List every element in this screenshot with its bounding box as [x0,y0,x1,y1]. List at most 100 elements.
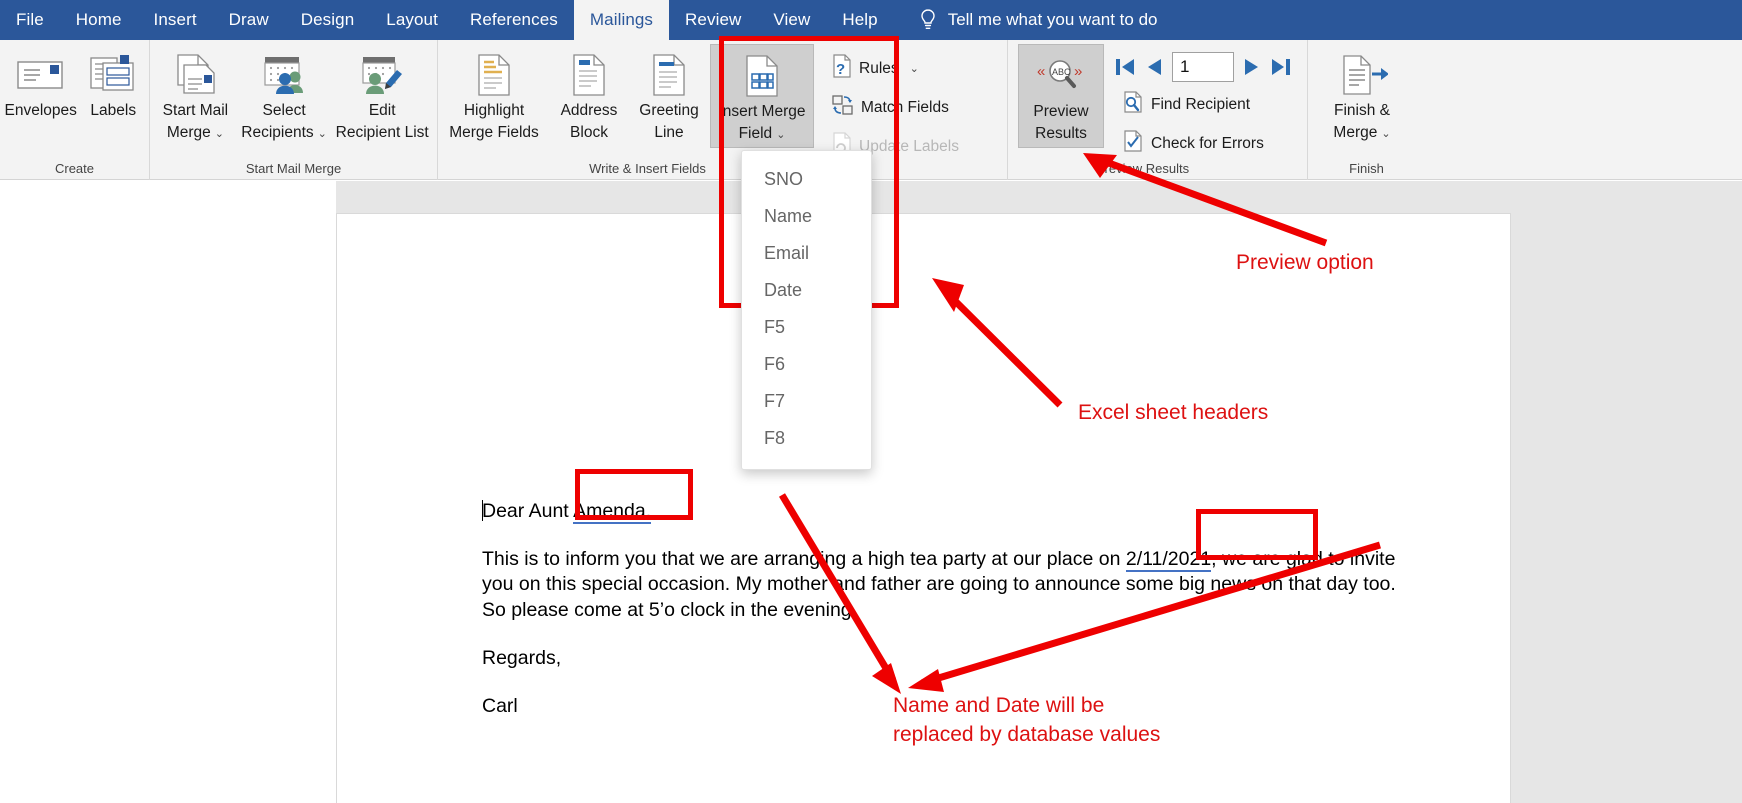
menu-item-sno[interactable]: SNO [742,161,871,198]
labels-button[interactable]: Labels [79,44,147,148]
next-record-button[interactable] [1243,56,1261,78]
tell-me-label: Tell me what you want to do [947,10,1158,29]
select-recipients-icon [259,50,309,100]
tab-file[interactable]: File [0,0,60,40]
finish-and-merge-label-line2: Merge [1333,124,1378,141]
envelope-icon [17,50,65,100]
tab-home[interactable]: Home [60,0,138,40]
tab-references[interactable]: References [454,0,574,40]
tab-design[interactable]: Design [285,0,371,40]
highlight-merge-fields-icon [473,50,515,100]
tab-design-label: Design [300,10,355,29]
find-recipient-label: Find Recipient [1151,95,1251,113]
last-record-button[interactable] [1270,56,1292,78]
record-navigation [1104,44,1298,82]
group-label-finish: Finish [1349,161,1384,176]
check-for-errors-button[interactable]: Check for Errors [1116,127,1298,160]
preview-option-annotation: Preview option [1236,251,1374,274]
menu-item-f8[interactable]: F8 [742,420,871,457]
tab-references-label: References [469,10,558,29]
greeting-line-button[interactable]: Greeting Line [630,44,708,148]
record-number-input[interactable] [1172,52,1234,82]
body-text-before-date: This is to inform you that we are arrang… [482,547,1126,570]
address-block-label-line2: Block [570,124,608,141]
previous-record-button[interactable] [1145,56,1163,78]
start-mail-merge-label-line1: Start Mail [162,102,229,119]
find-recipient-icon [1122,90,1144,119]
start-mail-merge-label-line2: Merge [166,124,211,141]
highlight-merge-fields-button[interactable]: Highlight Merge Fields [440,44,548,148]
start-mail-merge-icon [170,50,220,100]
tab-review[interactable]: Review [669,0,757,40]
group-label-preview-results: Preview Results [1095,161,1190,176]
chevron-down-icon[interactable]: ⌄ [910,62,919,75]
preview-results-button[interactable]: « » ABC Preview Results [1018,44,1104,148]
svg-text:»: » [1074,63,1082,80]
select-recipients-label-line1: Select [262,102,306,119]
tell-me-search[interactable]: Tell me what you want to do [918,0,1158,40]
check-for-errors-label: Check for Errors [1151,134,1264,152]
lightbulb-icon [918,8,938,32]
amenda-highlight-box [575,469,693,520]
left-white-pane [0,181,336,803]
menu-item-name[interactable]: Name [742,198,871,235]
tab-insert-label: Insert [153,10,197,29]
menu-item-f5[interactable]: F5 [742,309,871,346]
edit-recipient-list-label-line2: Recipient List [335,124,429,141]
check-for-errors-icon [1122,129,1144,158]
menu-item-f7[interactable]: F7 [742,383,871,420]
menu-item-date[interactable]: Date [742,272,871,309]
replace-note-annotation-line1: Name and Date will be [893,694,1105,717]
tab-draw-label: Draw [228,10,269,29]
group-label-create: Create [54,161,95,176]
closing-paragraph: Regards, [482,646,562,669]
greeting-line-label-line1: Greeting [639,102,699,119]
tab-layout[interactable]: Layout [370,0,454,40]
date-highlight-box [1196,509,1318,560]
menu-item-email[interactable]: Email [742,235,871,272]
excel-sheet-headers-annotation: Excel sheet headers [1078,401,1269,424]
first-record-button[interactable] [1114,56,1136,78]
ribbon-group-preview-results: « » ABC Preview Results 1 Find Recipient … [1007,40,1307,180]
highlight-merge-fields-label-line2: Merge Fields [449,124,539,141]
envelopes-button[interactable]: Envelopes [2,44,79,148]
preview-results-label-line1: Preview [1033,103,1089,120]
finish-and-merge-button[interactable]: Finish & Merge ⌄ [1310,44,1414,148]
select-recipients-label-line2: Recipients [241,124,314,141]
edit-recipient-list-button[interactable]: Edit Recipient List [329,44,435,148]
tab-review-label: Review [685,10,742,29]
tab-home-label: Home [75,10,122,29]
ribbon-tab-bar: File Home Insert Draw Design Layout Refe… [0,0,1742,40]
svg-text:ABC: ABC [1052,67,1071,77]
salutation-prefix: Dear Aunt [482,500,569,522]
svg-text:«: « [1037,63,1045,80]
greeting-line-label-line2: Line [654,124,684,141]
tab-draw[interactable]: Draw [213,0,285,40]
edit-recipient-list-icon [357,50,407,100]
chevron-down-icon[interactable]: ⌄ [1381,128,1390,140]
finish-and-merge-label-line1: Finish & [1334,102,1390,119]
ribbon-group-create: Envelopes Labels Create [0,40,149,180]
edit-recipient-list-label-line1: Edit [368,102,396,119]
select-recipients-button[interactable]: Select Recipients ⌄ [239,44,330,148]
preview-results-label-line2: Results [1035,125,1087,142]
tab-insert[interactable]: Insert [138,0,213,40]
tab-view-label: View [773,10,811,29]
chevron-down-icon[interactable]: ⌄ [318,128,327,140]
start-mail-merge-button[interactable]: Start Mail Merge ⌄ [152,44,239,148]
address-block-button[interactable]: Address Block [548,44,630,148]
find-recipient-button[interactable]: Find Recipient [1116,88,1298,121]
finish-and-merge-icon [1336,50,1388,100]
highlight-merge-fields-label-line1: Highlight [463,102,525,119]
insert-merge-field-menu[interactable]: SNO Name Email Date F5 F6 F7 F8 [741,150,872,470]
tab-layout-label: Layout [386,10,438,29]
tab-help-label: Help [842,10,878,29]
tab-view[interactable]: View [757,0,826,40]
address-block-label-line1: Address [560,102,618,119]
address-block-icon [568,50,610,100]
chevron-down-icon[interactable]: ⌄ [215,128,224,140]
preview-results-icon: « » ABC [1035,51,1087,101]
menu-item-f6[interactable]: F6 [742,346,871,383]
tab-help[interactable]: Help [826,0,893,40]
tab-mailings[interactable]: Mailings [573,0,670,40]
